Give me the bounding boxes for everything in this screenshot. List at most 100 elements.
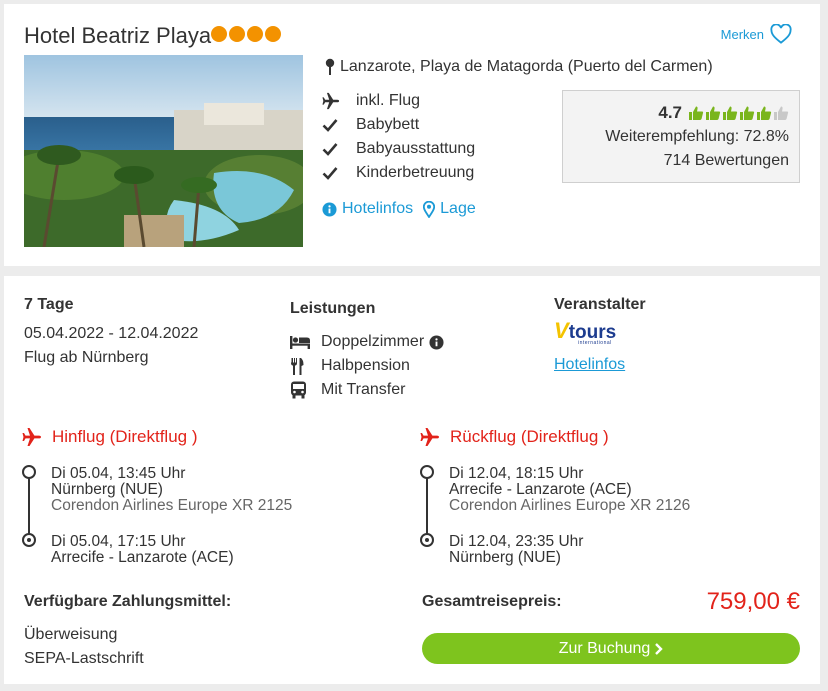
lage-label: Lage bbox=[440, 200, 476, 217]
info-icon[interactable] bbox=[429, 334, 444, 350]
rueckflug-header: Rückflug (Direktflug ) bbox=[420, 427, 609, 447]
thumbs-up-icon bbox=[774, 106, 789, 120]
hinflug-dep-airport: Nürnberg (NUE) bbox=[51, 481, 163, 498]
hotel-links: Hotelinfos Lage bbox=[322, 200, 476, 218]
leistungen-title: Leistungen bbox=[290, 300, 376, 317]
trip-duration: 7 Tage bbox=[24, 296, 74, 313]
star-icon bbox=[247, 26, 263, 42]
hinflug-timeline bbox=[22, 465, 36, 547]
rueckflug-timeline bbox=[420, 465, 434, 547]
rueckflug-arr-airport: Nürnberg (NUE) bbox=[449, 549, 561, 566]
rueckflug-dep-airport: Arrecife - Lanzarote (ACE) bbox=[449, 481, 632, 498]
leistung-label: Halbpension bbox=[321, 357, 410, 374]
thumbs-up-icon bbox=[689, 106, 704, 120]
leistung-label: Mit Transfer bbox=[321, 381, 406, 398]
thumbs-up-icon bbox=[706, 106, 721, 120]
hotel-location: Lanzarote, Playa de Matagorda (Puerto de… bbox=[324, 58, 713, 76]
rating-thumbs bbox=[688, 105, 789, 121]
feature-label: Kinderbetreuung bbox=[356, 164, 475, 181]
veranstalter-logo: Vtours international bbox=[554, 318, 617, 347]
cutlery-icon bbox=[291, 357, 304, 375]
rating-score-row: 4.7 bbox=[573, 101, 789, 125]
hinflug-title: Hinflug (Direktflug ) bbox=[52, 427, 198, 446]
feature-item: Babybett bbox=[322, 113, 475, 137]
feature-item: Kinderbetreuung bbox=[322, 161, 475, 185]
rueckflug-dep-time: Di 12.04, 18:15 Uhr bbox=[449, 465, 584, 482]
feature-list: inkl. Flug Babybett Babyausstattung Kind… bbox=[322, 89, 475, 185]
check-icon bbox=[322, 143, 338, 156]
star-icon bbox=[211, 26, 227, 42]
departure-circle-icon bbox=[22, 465, 36, 479]
lage-link[interactable]: Lage bbox=[423, 200, 476, 218]
hotel-card: Hotel Beatriz Playa Merken Lanzarote, Pl… bbox=[4, 4, 820, 266]
bus-icon bbox=[291, 381, 306, 399]
veranstalter-hotelinfos-link[interactable]: Hotelinfos bbox=[554, 356, 625, 374]
rueckflug-airline: Corendon Airlines Europe XR 2126 bbox=[449, 497, 691, 514]
rating-box[interactable]: 4.7 Weiterempfehlung: 72.8% 714 Bewertun… bbox=[562, 90, 800, 183]
feature-item: inkl. Flug bbox=[322, 89, 475, 113]
rueckflug-departure: Di 12.04, 18:15 Uhr Arrecife - Lanzarote… bbox=[449, 466, 690, 514]
check-icon bbox=[322, 119, 338, 132]
hotelinfos-label: Hotelinfos bbox=[342, 200, 414, 217]
thumbs-up-icon bbox=[757, 106, 772, 120]
trip-dates: 05.04.2022 - 12.04.2022 bbox=[24, 325, 199, 342]
trip-departure: Flug ab Nürnberg bbox=[24, 349, 149, 366]
leistung-item: Halbpension bbox=[290, 354, 444, 378]
veranstalter-title: Veranstalter bbox=[554, 296, 646, 313]
plane-icon bbox=[420, 428, 439, 446]
offer-card: 7 Tage 05.04.2022 - 12.04.2022 Flug ab N… bbox=[4, 276, 820, 684]
location-text: Lanzarote, Playa de Matagorda (Puerto de… bbox=[340, 58, 713, 75]
booking-button[interactable]: Zur Buchung bbox=[422, 633, 800, 664]
check-icon bbox=[322, 167, 338, 180]
payment-method: Überweisung bbox=[24, 626, 118, 643]
merken-label: Merken bbox=[720, 26, 764, 42]
booking-button-label: Zur Buchung bbox=[558, 639, 651, 657]
hotel-name[interactable]: Hotel Beatriz Playa bbox=[24, 23, 211, 49]
reviews-count: 714 Bewertungen bbox=[663, 152, 789, 169]
logo-subtext: international bbox=[578, 340, 612, 346]
hinflug-header: Hinflug (Direktflug ) bbox=[22, 427, 198, 447]
plane-icon bbox=[322, 92, 340, 110]
payment-method: SEPA-Lastschrift bbox=[24, 650, 144, 667]
map-marker-icon bbox=[423, 200, 436, 218]
arrival-circle-icon bbox=[22, 533, 36, 547]
feature-label: Babyausstattung bbox=[356, 140, 476, 157]
recommendation-text: Weiterempfehlung: 72.8% bbox=[605, 128, 789, 145]
star-icon bbox=[229, 26, 245, 42]
price-label: Gesamtreisepreis: bbox=[422, 593, 562, 610]
leistung-item: Doppelzimmer bbox=[290, 330, 444, 354]
departure-circle-icon bbox=[420, 465, 434, 479]
thumbs-up-icon bbox=[740, 106, 755, 120]
hinflug-airline: Corendon Airlines Europe XR 2125 bbox=[51, 497, 293, 514]
chevron-right-icon bbox=[655, 642, 663, 655]
thumbs-up-icon bbox=[723, 106, 738, 120]
hinflug-arrival: Di 05.04, 17:15 Uhr Arrecife - Lanzarote… bbox=[51, 534, 234, 566]
rating-score: 4.7 bbox=[658, 103, 682, 122]
rueckflug-arr-time: Di 12.04, 23:35 Uhr bbox=[449, 533, 584, 550]
hinflug-departure: Di 05.04, 13:45 Uhr Nürnberg (NUE) Coren… bbox=[51, 466, 292, 514]
heart-icon bbox=[770, 24, 792, 44]
hinflug-dep-time: Di 05.04, 13:45 Uhr bbox=[51, 465, 186, 482]
star-icon bbox=[265, 26, 281, 42]
arrival-circle-icon bbox=[420, 533, 434, 547]
feature-item: Babyausstattung bbox=[322, 137, 475, 161]
bed-icon bbox=[290, 336, 310, 349]
hinflug-arr-time: Di 05.04, 17:15 Uhr bbox=[51, 533, 186, 550]
feature-label: Babybett bbox=[356, 116, 420, 133]
leistung-label: Doppelzimmer bbox=[321, 333, 425, 350]
feature-label: inkl. Flug bbox=[356, 92, 421, 109]
hotelinfos-link[interactable]: Hotelinfos bbox=[322, 200, 413, 218]
rueckflug-arrival: Di 12.04, 23:35 Uhr Nürnberg (NUE) bbox=[449, 534, 583, 566]
leistungen-list: Doppelzimmer Halbpension Mit Transfer bbox=[290, 330, 444, 402]
rueckflug-title: Rückflug (Direktflug ) bbox=[450, 427, 609, 446]
plane-icon bbox=[22, 428, 41, 446]
total-price: 759,00 € bbox=[706, 588, 800, 615]
payment-title: Verfügbare Zahlungsmittel: bbox=[24, 593, 232, 610]
map-pin-icon bbox=[325, 58, 335, 75]
merken-button[interactable]: Merken bbox=[721, 24, 792, 44]
info-icon bbox=[322, 201, 337, 217]
hotel-stars bbox=[211, 26, 281, 42]
hotel-image[interactable] bbox=[24, 55, 303, 247]
leistung-item: Mit Transfer bbox=[290, 378, 444, 402]
hinflug-arr-airport: Arrecife - Lanzarote (ACE) bbox=[51, 549, 234, 566]
